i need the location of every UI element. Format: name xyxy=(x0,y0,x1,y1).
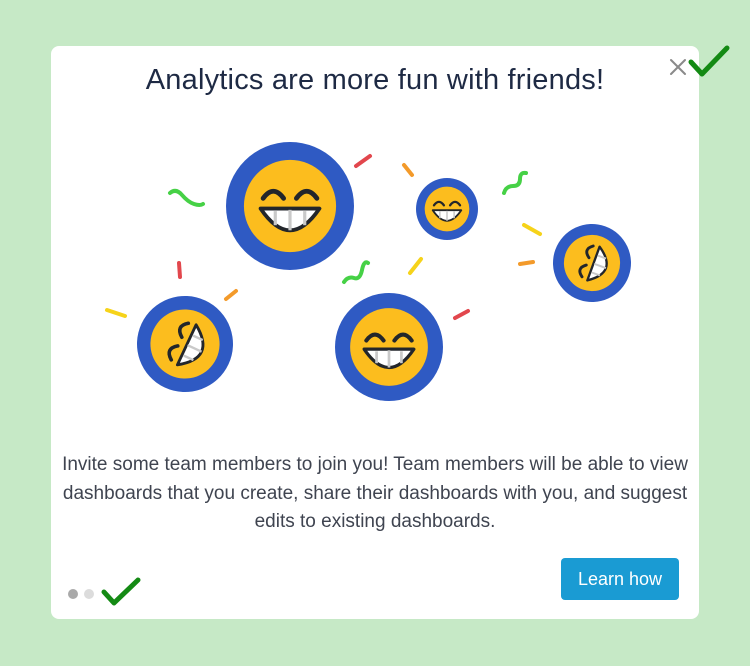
checkmark-icon xyxy=(101,577,141,606)
dialog-title: Analytics are more fun with friends! xyxy=(145,64,605,96)
learn-how-button[interactable]: Learn how xyxy=(561,558,679,600)
checkmark-icon xyxy=(688,45,730,77)
page-dot-1[interactable] xyxy=(68,589,78,599)
page-dot-2[interactable] xyxy=(84,589,94,599)
pagination-dots xyxy=(68,589,94,601)
close-icon[interactable] xyxy=(669,58,687,76)
dialog-description: Invite some team members to join you! Te… xyxy=(62,454,688,532)
